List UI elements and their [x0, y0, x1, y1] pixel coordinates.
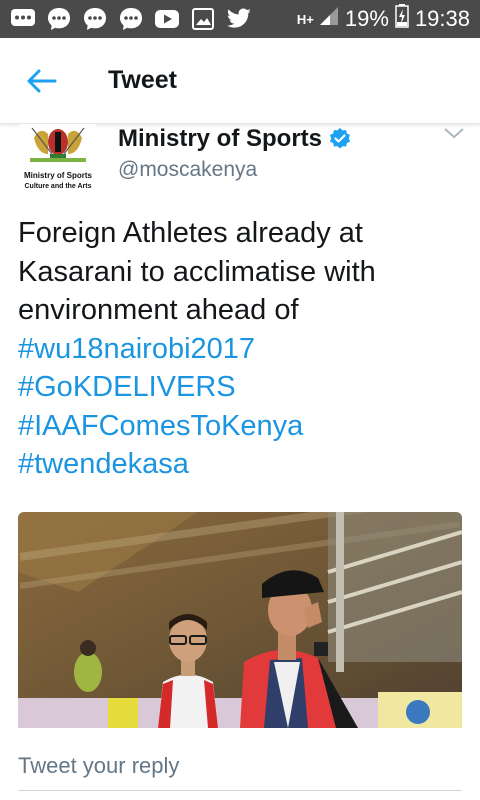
app-header: Tweet — [0, 38, 480, 124]
author-handle[interactable]: @moscakenya — [118, 158, 257, 182]
gallery-icon — [190, 6, 216, 32]
hashtag-link[interactable]: #wu18nairobi2017 — [18, 330, 468, 369]
messenger-icon — [118, 6, 144, 32]
tweet-options-button[interactable] — [442, 126, 466, 140]
hashtag-link[interactable]: #IAAFComesToKenya — [18, 407, 468, 446]
verified-badge-icon — [330, 128, 351, 149]
battery-charging-icon — [395, 4, 409, 34]
clock: 19:38 — [414, 6, 470, 31]
messenger-icon — [82, 6, 108, 32]
tweet-text-line: Foreign Athletes already at — [18, 217, 363, 249]
avatar-text-line-2: Culture and the Arts — [24, 183, 91, 190]
battery-percent: 19% — [344, 6, 389, 31]
avatar[interactable]: Ministry of Sports Culture and the Arts — [20, 124, 96, 194]
signal-icon — [319, 6, 339, 32]
notification-icons — [10, 6, 252, 32]
page-title: Tweet — [108, 66, 177, 94]
reply-underline — [18, 790, 462, 791]
author[interactable]: Ministry of Sports — [118, 124, 352, 154]
twitter-icon — [226, 6, 252, 32]
back-button[interactable] — [22, 64, 62, 98]
chevron-down-icon — [444, 128, 464, 139]
messenger-icon — [46, 6, 72, 32]
tweet-text-line: environment ahead of — [18, 294, 299, 326]
youtube-icon — [154, 6, 180, 32]
author-name[interactable]: Ministry of Sports — [118, 125, 322, 153]
reply-input[interactable] — [18, 750, 462, 782]
status-bar: H+ 19% 19:38 — [0, 0, 480, 38]
status-indicators: H+ 19% 19:38 — [297, 0, 470, 38]
arrow-left-icon — [27, 69, 57, 93]
reply-bar — [0, 728, 480, 800]
tweet-text-line: Kasarani to acclimatise with — [18, 255, 376, 288]
tweet-photo[interactable] — [18, 512, 462, 728]
avatar-text-line-1: Ministry of Sports — [24, 171, 93, 180]
network-type: H+ — [296, 11, 314, 27]
hashtag-link[interactable]: #twendekasa — [18, 445, 468, 484]
tweet-text: Foreign Athletes already at Kasarani to … — [18, 214, 468, 484]
hashtag-link[interactable]: #GoKDELIVERS — [18, 368, 468, 407]
chat-icon — [10, 6, 36, 32]
